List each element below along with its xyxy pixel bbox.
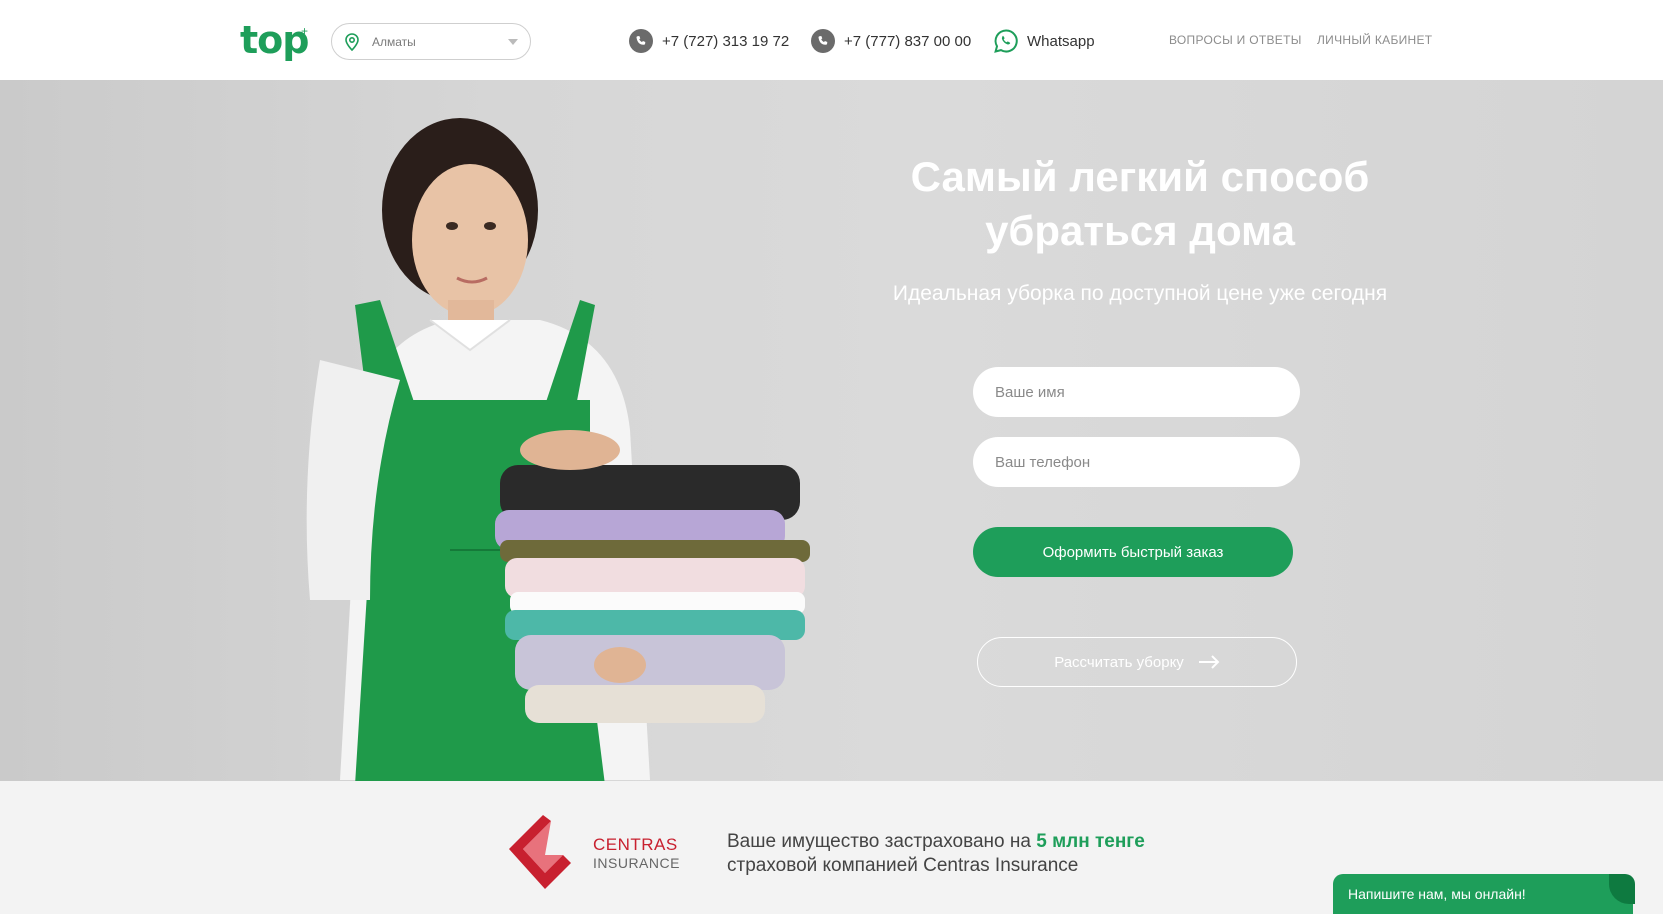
chat-widget-label: Напишите нам, мы онлайн! <box>1348 886 1526 902</box>
chevron-down-icon <box>508 39 518 45</box>
chat-status-icon <box>1609 874 1635 904</box>
calculate-cleaning-button[interactable]: Рассчитать уборку <box>977 637 1297 687</box>
insurance-line-1-text: Ваше имущество застраховано на <box>727 831 1037 852</box>
centras-logo-icon <box>509 815 571 889</box>
city-select-value: Алматы <box>372 35 416 49</box>
phone-link-1[interactable]: +7 (727) 313 19 72 <box>629 28 789 54</box>
hero-section: Самый легкий способ убраться дома Идеаль… <box>0 80 1663 781</box>
phone-number-2: +7 (777) 837 00 00 <box>844 32 972 50</box>
hero-title-line-2: убраться дома <box>985 207 1295 254</box>
phone-number-1: +7 (727) 313 19 72 <box>662 32 790 50</box>
name-input[interactable] <box>973 367 1300 417</box>
phone-link-2[interactable]: +7 (777) 837 00 00 <box>811 28 971 54</box>
nav-account-link[interactable]: ЛИЧНЫЙ КАБИНЕТ <box>1317 33 1432 47</box>
centras-brand-name: CENTRAS <box>593 835 678 854</box>
centras-brand-sub: INSURANCE <box>593 855 680 871</box>
whatsapp-icon <box>994 29 1018 53</box>
hero-title-line-1: Самый легкий способ <box>910 153 1370 200</box>
city-select[interactable]: Алматы <box>331 23 531 60</box>
phone-input[interactable] <box>973 437 1300 487</box>
phone-icon <box>629 29 653 53</box>
insurance-line-1: Ваше имущество застраховано на 5 млн тен… <box>727 831 1145 853</box>
phone-icon <box>811 29 835 53</box>
hero-subtitle: Идеальная уборка по доступной цене уже с… <box>892 282 1388 305</box>
nav-faq-link[interactable]: ВОПРОСЫ И ОТВЕТЫ <box>1169 33 1302 47</box>
calculate-cleaning-label: Рассчитать уборку <box>1054 653 1184 671</box>
whatsapp-link[interactable]: Whatsapp <box>993 28 1095 54</box>
insurance-amount: 5 млн тенге <box>1036 831 1145 852</box>
hero-title: Самый легкий способ убраться дома <box>780 150 1500 258</box>
map-pin-icon <box>345 33 359 52</box>
logo-plus-icon: + <box>301 24 309 38</box>
chat-widget[interactable]: Напишите нам, мы онлайн! <box>1333 874 1635 914</box>
top-logo[interactable]: top <box>240 18 309 62</box>
whatsapp-label: Whatsapp <box>1027 32 1095 50</box>
quick-order-button[interactable]: Оформить быстрый заказ <box>973 527 1293 577</box>
arrow-right-icon <box>1198 655 1220 669</box>
insurance-line-2: страховой компанией Centras Insurance <box>727 855 1079 876</box>
site-header: top + Алматы +7 (727) 313 19 72 +7 (777)… <box>0 0 1663 80</box>
